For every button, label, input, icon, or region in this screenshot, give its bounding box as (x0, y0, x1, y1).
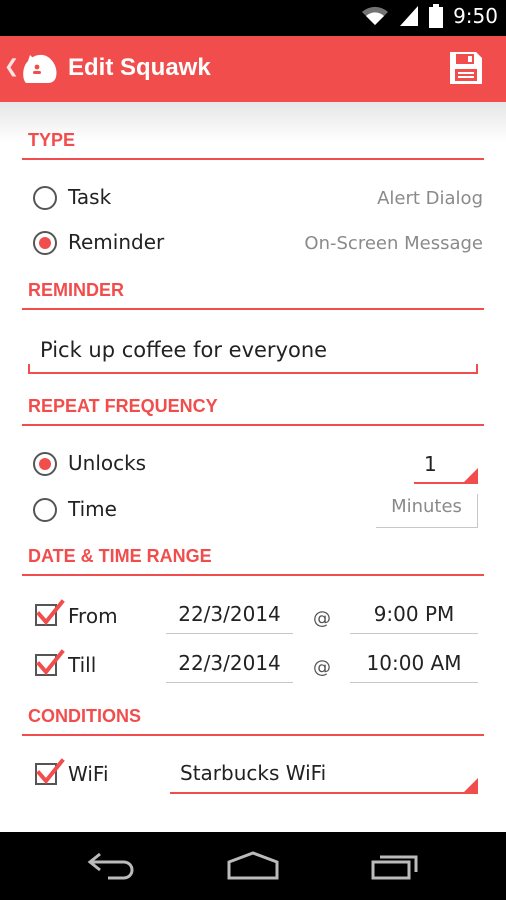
wifi-network-value: Starbucks WiFi (180, 761, 327, 785)
recent-apps-icon[interactable] (370, 850, 422, 880)
wifi-icon (362, 6, 389, 26)
section-header-date-time: DATE & TIME RANGE (28, 546, 212, 566)
status-bar: 9:50 (0, 0, 506, 36)
date-row-label: From (68, 604, 118, 628)
at-symbol: @ (313, 657, 331, 678)
till-date-field[interactable]: 22/3/2014 (166, 649, 293, 683)
section-header-type: TYPE (28, 130, 76, 150)
signal-icon (400, 6, 419, 26)
back-icon[interactable] (86, 850, 138, 880)
section-divider (22, 734, 484, 736)
save-icon[interactable] (448, 50, 484, 86)
repeat-option-label: Unlocks (68, 451, 147, 475)
section-divider (22, 574, 484, 576)
section-header-conditions: CONDITIONS (28, 706, 142, 726)
checkbox-from[interactable] (35, 599, 65, 626)
radio-reminder[interactable] (33, 231, 57, 255)
status-time: 9:50 (453, 4, 498, 28)
reminder-text-input[interactable]: Pick up coffee for everyone (28, 334, 478, 374)
till-time-value: 10:00 AM (366, 651, 462, 675)
date-row-label: Till (68, 653, 97, 677)
from-date-value: 22/3/2014 (178, 602, 281, 626)
checkbox-till[interactable] (35, 649, 65, 676)
bird-logo-icon[interactable] (20, 49, 60, 89)
time-unit-value: Minutes (391, 496, 462, 517)
section-header-reminder: REMINDER (28, 280, 125, 300)
wifi-label: WiFi (68, 762, 109, 786)
till-time-field[interactable]: 10:00 AM (350, 649, 478, 683)
type-option-hint: Alert Dialog (377, 188, 483, 209)
navigation-bar (0, 832, 506, 900)
from-date-field[interactable]: 22/3/2014 (166, 600, 293, 634)
dropdown-arrow-icon (464, 468, 478, 482)
wifi-network-spinner[interactable]: Starbucks WiFi (170, 756, 478, 794)
section-header-repeat: REPEAT FREQUENCY (28, 396, 218, 416)
from-time-field[interactable]: 9:00 PM (350, 600, 478, 634)
radio-time[interactable] (33, 498, 57, 522)
repeat-option-label: Time (68, 497, 117, 521)
battery-icon (429, 4, 444, 28)
type-option-hint: On-Screen Message (304, 233, 483, 254)
at-symbol: @ (313, 608, 331, 629)
checkbox-wifi[interactable] (35, 758, 65, 785)
dropdown-arrow-icon (464, 778, 478, 792)
section-divider (22, 424, 484, 426)
chevron-left-icon[interactable]: ❮ (4, 56, 19, 77)
home-icon[interactable] (226, 850, 280, 880)
reminder-text-value: Pick up coffee for everyone (40, 338, 328, 362)
type-option-label: Reminder (68, 230, 165, 254)
edit-form: TYPE Task Alert Dialog Reminder On-Scree… (0, 102, 506, 832)
section-divider (22, 308, 484, 310)
radio-task[interactable] (33, 186, 57, 210)
page-title: Edit Squawk (68, 54, 211, 81)
unlocks-count-value: 1 (424, 452, 437, 476)
app-bar: ❮ Edit Squawk (0, 36, 506, 102)
till-date-value: 22/3/2014 (178, 651, 281, 675)
from-time-value: 9:00 PM (373, 602, 455, 626)
type-option-label: Task (68, 185, 112, 209)
unlocks-count-spinner[interactable]: 1 (414, 446, 478, 484)
time-unit-spinner[interactable]: Minutes (376, 494, 478, 528)
radio-unlocks[interactable] (33, 452, 57, 476)
section-divider (22, 158, 484, 160)
